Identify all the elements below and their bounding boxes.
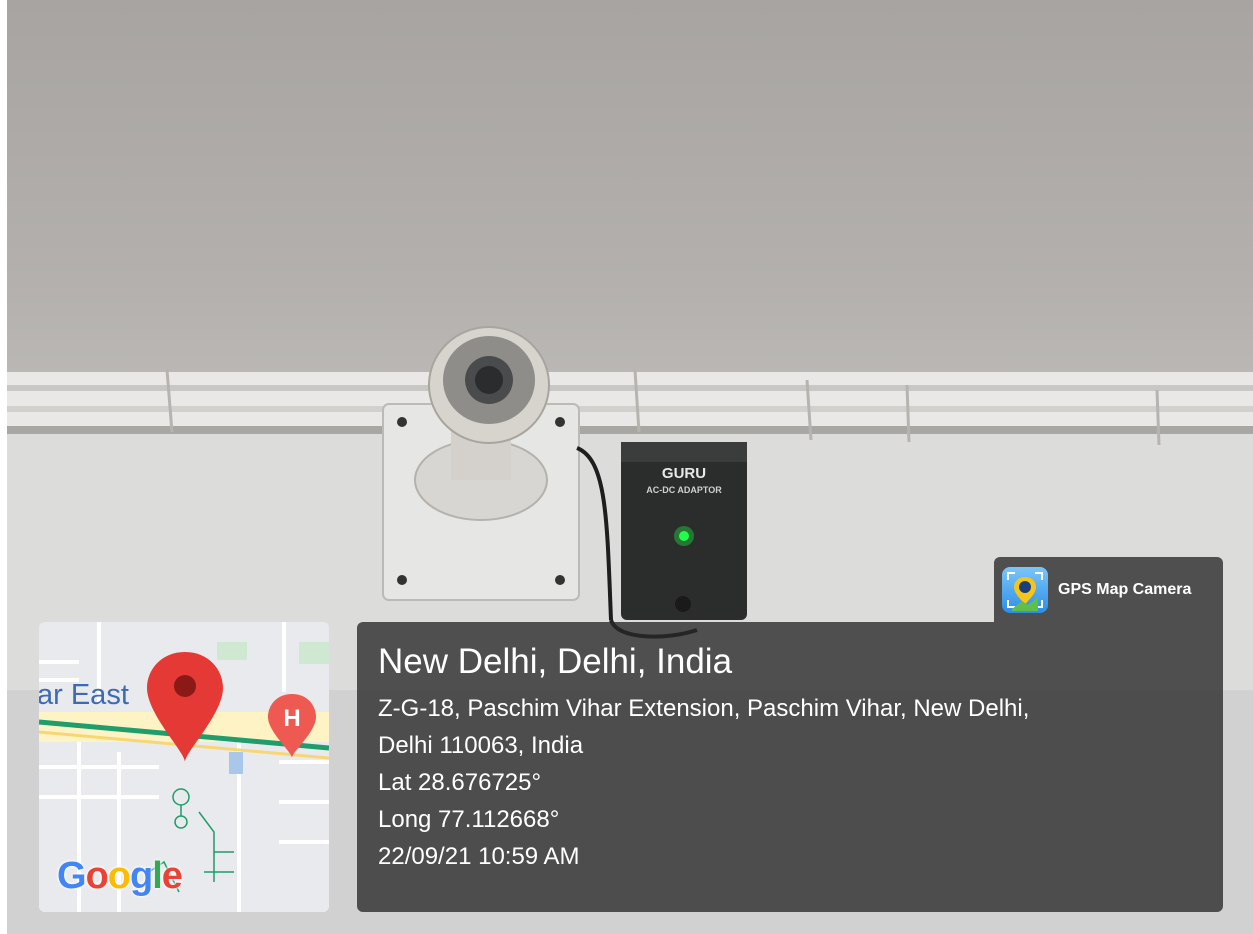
cctv-camera [382,326,580,601]
latitude-text: Lat 28.676725° [378,769,542,796]
power-adaptor: GURU AC-DC ADAPTOR [621,442,747,620]
datetime-text: 22/09/21 10:59 AM [378,843,580,870]
longitude-text: Long 77.112668° [378,806,560,833]
location-title: New Delhi, Delhi, India [378,642,733,681]
google-logo: Google [57,855,183,897]
map-street-label: ar East [39,679,129,711]
app-badge: GPS Map Camera [994,557,1223,622]
address-line-2: Delhi 110063, India [378,732,584,759]
location-info-panel: New Delhi, Delhi, India Z-G-18, Paschim … [357,622,1223,912]
app-name: GPS Map Camera [1058,580,1192,598]
cable-channel [7,369,1253,446]
address-line-1: Z-G-18, Paschim Vihar Extension, Paschim… [378,695,1030,722]
gps-map-camera-icon [1002,566,1048,613]
map-thumbnail[interactable]: H ar East Google [39,622,329,912]
adaptor-label: AC-DC ADAPTOR [646,485,722,495]
hospital-letter: H [283,705,300,732]
adaptor-brand: GURU [662,465,706,482]
